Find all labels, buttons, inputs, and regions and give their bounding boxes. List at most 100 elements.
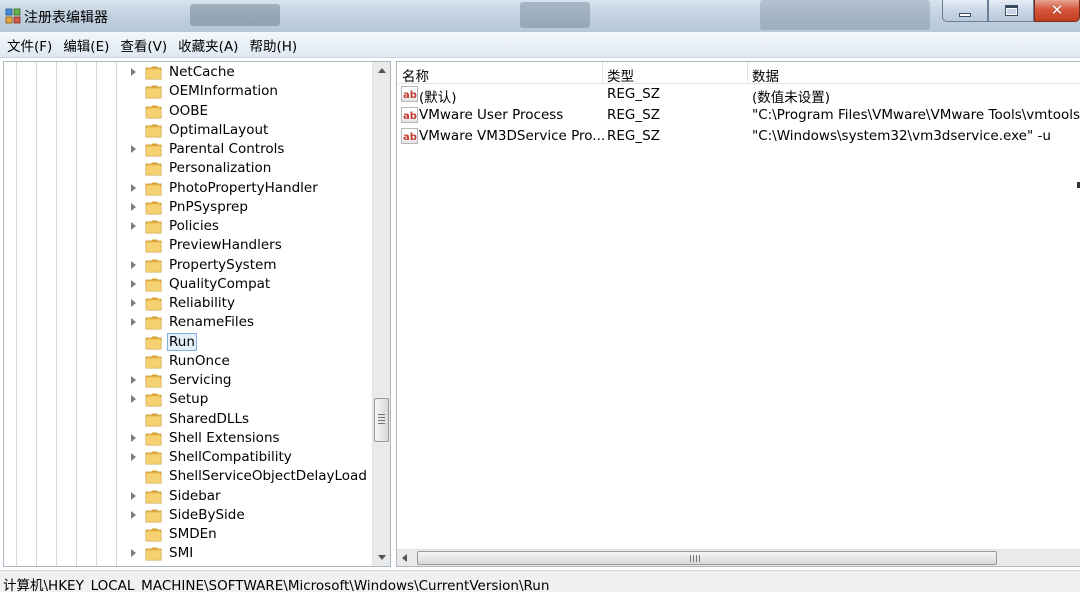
column-name-header[interactable]: 名称 — [402, 65, 429, 85]
tree-item-label: OptimalLayout — [169, 121, 269, 138]
value-row[interactable]: ab VMware VM3DService Pro... REG_SZ "C:\Win… — [397, 126, 1080, 147]
minimize-button[interactable] — [942, 0, 988, 22]
tree-item[interactable]: Personalization — [4, 159, 372, 178]
tree-item-label: PropertySystem — [169, 256, 277, 273]
column-type-header[interactable]: 类型 — [607, 65, 634, 85]
value-name: VMware VM3DService Pro... — [419, 128, 606, 144]
value-name: VMware User Process — [419, 107, 564, 123]
tree-item[interactable]: Servicing — [4, 371, 372, 390]
menu-help[interactable]: 帮助(H) — [242, 35, 301, 55]
scrollbar-thumb[interactable] — [374, 398, 389, 442]
close-icon: ✕ — [1050, 1, 1064, 19]
expand-arrow-icon[interactable] — [131, 549, 136, 558]
tree-item[interactable]: Setup — [4, 390, 372, 409]
expand-arrow-icon[interactable] — [131, 433, 136, 442]
tree-item[interactable]: ShellServiceObjectDelayLoad — [4, 467, 372, 486]
tree-item[interactable]: PhotoPropertyHandler — [4, 179, 372, 198]
tree-item[interactable]: NetCache — [4, 63, 372, 82]
string-value-icon: ab — [401, 86, 418, 102]
value-data: "C:\Program Files\VMware\VMware Tools\vm… — [752, 107, 1080, 123]
values-horizontal-scrollbar[interactable] — [397, 549, 1080, 566]
column-data-header[interactable]: 数据 — [752, 65, 779, 85]
expand-arrow-icon[interactable] — [131, 183, 136, 192]
menu-file[interactable]: 文件(F) — [0, 35, 56, 55]
expand-arrow-icon[interactable] — [131, 299, 136, 307]
tree-item[interactable]: OEMInformation — [4, 82, 372, 101]
window-controls: ✕ — [942, 0, 1080, 26]
expand-arrow-icon[interactable] — [131, 376, 136, 384]
tree-item[interactable]: Policies — [4, 217, 372, 236]
expand-arrow-icon[interactable] — [131, 491, 136, 500]
value-type: REG_SZ — [607, 107, 660, 123]
tree-item[interactable]: OOBE — [4, 102, 372, 121]
scroll-left-icon[interactable] — [402, 554, 407, 562]
tree-item-label: PhotoPropertyHandler — [169, 179, 318, 196]
folder-icon — [145, 84, 163, 99]
expand-arrow-icon[interactable] — [131, 260, 136, 269]
registry-path: 计算机\HKEY_LOCAL_MACHINE\SOFTWARE\Microsof… — [3, 578, 550, 592]
expand-arrow-icon[interactable] — [131, 279, 136, 288]
scrollbar-thumb[interactable] — [417, 551, 997, 565]
folder-icon — [145, 258, 163, 273]
folder-icon — [145, 277, 163, 292]
tree-item-label: Run — [167, 332, 197, 351]
tree-item[interactable]: SideBySide — [4, 506, 372, 525]
column-separator[interactable] — [747, 62, 748, 84]
column-separator[interactable] — [602, 62, 603, 84]
scroll-up-icon[interactable] — [378, 68, 386, 73]
tree-item[interactable]: Run — [4, 332, 372, 352]
status-bar: 计算机\HKEY_LOCAL_MACHINE\SOFTWARE\Microsof… — [0, 570, 1080, 592]
menu-view[interactable]: 查看(V) — [113, 35, 171, 55]
value-row[interactable]: ab VMware User Process REG_SZ "C:\Program F… — [397, 105, 1080, 126]
tree-item[interactable]: Parental Controls — [4, 140, 372, 159]
expand-arrow-icon[interactable] — [131, 395, 136, 404]
values-pane[interactable]: 名称 类型 数据 ab (默认) REG_SZ (数值未设置) ab VMware Use… — [396, 61, 1080, 567]
folder-icon — [145, 469, 163, 484]
expand-arrow-icon[interactable] — [131, 510, 136, 519]
expand-arrow-icon[interactable] — [131, 222, 136, 230]
value-row[interactable]: ab (默认) REG_SZ (数值未设置) — [397, 84, 1080, 106]
maximize-button[interactable] — [988, 0, 1034, 22]
folder-icon — [145, 431, 163, 446]
expand-arrow-icon[interactable] — [131, 145, 136, 153]
tree-item[interactable]: PnPSysprep — [4, 198, 372, 217]
menu-edit[interactable]: 编辑(E) — [56, 35, 113, 55]
folder-icon — [145, 238, 163, 253]
string-value-icon: ab — [401, 107, 418, 123]
tree-item-label: Servicing — [169, 372, 232, 388]
expand-arrow-icon[interactable] — [131, 202, 136, 211]
title-bar[interactable]: 注册表编辑器 ✕ — [0, 0, 1080, 32]
menu-bar: 文件(F) 编辑(E) 查看(V) 收藏夹(A) 帮助(H) — [0, 32, 1080, 58]
expand-arrow-icon[interactable] — [131, 453, 136, 461]
value-type: REG_SZ — [607, 128, 660, 144]
tree-item[interactable]: Sidebar — [4, 487, 372, 506]
regedit-icon[interactable] — [5, 8, 21, 24]
folder-icon — [145, 200, 163, 215]
value-data: (数值未设置) — [752, 90, 831, 106]
close-button[interactable]: ✕ — [1034, 0, 1080, 22]
tree-item[interactable]: RenameFiles — [4, 313, 372, 332]
tree-item[interactable]: SMDEn — [4, 525, 372, 544]
tree-item[interactable]: Reliability — [4, 294, 372, 313]
expand-arrow-icon[interactable] — [131, 68, 136, 76]
scroll-down-icon[interactable] — [378, 555, 386, 560]
tree-item-label: Personalization — [169, 160, 272, 177]
tree-item[interactable]: Shell Extensions — [4, 429, 372, 448]
registry-tree[interactable]: NetCache OEMInformation OOBE OptimalLayout P… — [3, 61, 391, 567]
tree-item[interactable]: SharedDLLs — [4, 410, 372, 429]
tree-item[interactable]: PropertySystem — [4, 256, 372, 275]
tree-item[interactable]: ShellCompatibility — [4, 448, 372, 467]
tree-vertical-scrollbar[interactable] — [372, 62, 390, 566]
tree-item[interactable]: OptimalLayout — [4, 121, 372, 140]
menu-favorites[interactable]: 收藏夹(A) — [171, 35, 242, 55]
tree-item-label: SMDEn — [169, 526, 217, 542]
tree-item[interactable]: SMI — [4, 544, 372, 563]
grip-icon — [378, 414, 385, 415]
tree-item[interactable]: QualityCompat — [4, 275, 372, 294]
tree-item-label: OOBE — [169, 102, 209, 119]
tree-item[interactable]: RunOnce — [4, 352, 372, 371]
tree-item[interactable]: PreviewHandlers — [4, 236, 372, 255]
folder-icon — [145, 219, 163, 234]
folder-icon — [145, 104, 163, 119]
expand-arrow-icon[interactable] — [131, 318, 136, 327]
